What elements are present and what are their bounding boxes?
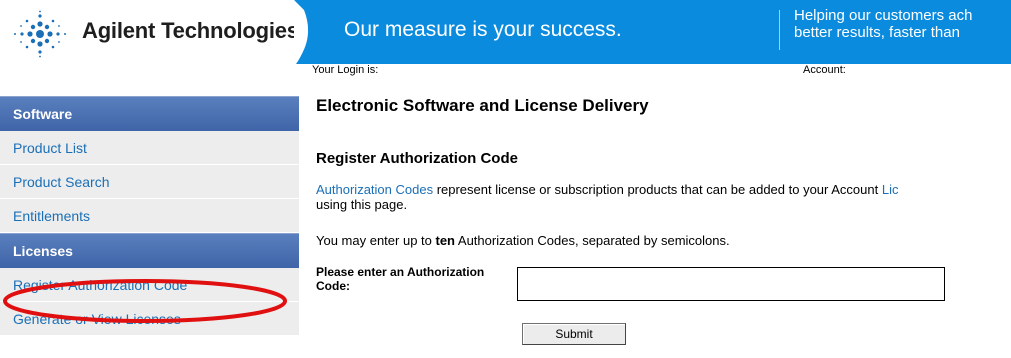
banner-divider (779, 10, 780, 50)
page-title: Electronic Software and License Delivery (316, 96, 649, 115)
sidebar-item-generate-or-view-licenses[interactable]: Generate or View Licenses (0, 302, 299, 336)
sidebar-item-product-list[interactable]: Product List (0, 131, 299, 165)
sidebar-item-entitlements[interactable]: Entitlements (0, 199, 299, 233)
authorization-code-label: Please enter an Authorization Code: (316, 265, 485, 293)
limit-suffix: Authorization Codes, separated by semico… (455, 233, 730, 248)
sidebar-item-product-search[interactable]: Product Search (0, 165, 299, 199)
logo[interactable]: Agilent Technologies (0, 0, 310, 64)
sidebar-section-software[interactable]: Software (0, 96, 299, 131)
brand-name: Agilent Technologies (82, 18, 299, 43)
agilent-spark-icon (14, 10, 66, 58)
header-banner: Our measure is your success. Helping our… (294, 0, 1011, 64)
description: Authorization Codes represent license or… (316, 182, 1011, 212)
promo-line-1: Helping our customers ach (794, 7, 973, 24)
promo-text: Helping our customers ach better results… (794, 7, 972, 41)
tagline: Our measure is your success. (344, 18, 622, 41)
sidebar-section-licenses[interactable]: Licenses (0, 233, 299, 268)
promo-line-2: better results, faster than (794, 24, 960, 41)
authorization-code-input[interactable] (517, 267, 945, 301)
limit-note: You may enter up to ten Authorization Co… (316, 233, 730, 248)
sidebar-item-register-authorization-code[interactable]: Register Authorization Code (0, 268, 299, 302)
sidebar-nav: Software Product List Product Search Ent… (0, 96, 299, 336)
licenses-link[interactable]: Lic (882, 182, 899, 197)
section-title: Register Authorization Code (316, 150, 518, 167)
account-label: Account: (803, 64, 846, 76)
submit-button[interactable]: Submit (522, 323, 626, 345)
login-label: Your Login is: (312, 64, 379, 76)
authorization-codes-link[interactable]: Authorization Codes (316, 182, 433, 197)
limit-bold: ten (435, 233, 456, 248)
site-header: Agilent Technologies Our measure is your… (0, 0, 1011, 64)
description-line-2: using this page. (316, 197, 408, 212)
limit-prefix: You may enter up to (316, 233, 436, 248)
banner-curve-decoration (294, 0, 334, 64)
description-text: represent license or subscription produc… (433, 182, 882, 197)
